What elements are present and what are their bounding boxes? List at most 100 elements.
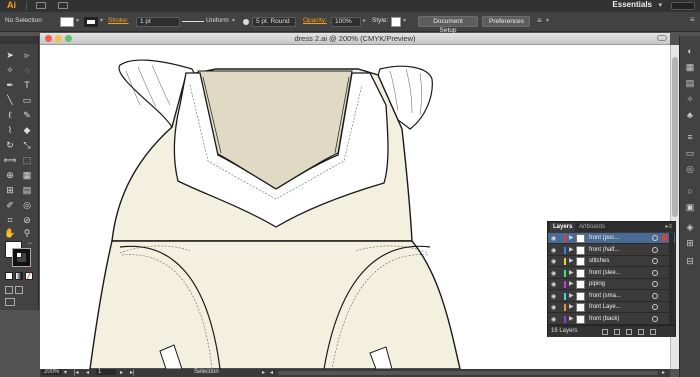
scale-tool-icon[interactable]: ⤡: [20, 138, 34, 152]
layer-name[interactable]: front (sma...: [589, 293, 621, 299]
create-layer-icon[interactable]: [638, 329, 644, 335]
expand-layer-icon[interactable]: ▶: [569, 257, 574, 264]
layer-selection-marker[interactable]: [662, 258, 667, 264]
line-tool-icon[interactable]: ╲: [3, 93, 17, 107]
appearance-icon[interactable]: ○: [684, 186, 696, 196]
layer-name[interactable]: piping: [589, 281, 605, 287]
previous-artboard-icon[interactable]: ◂: [86, 369, 89, 376]
layer-selection-marker[interactable]: [662, 247, 667, 253]
direct-selection-icon[interactable]: ▹: [20, 48, 34, 62]
stroke-panel-icon[interactable]: ≡: [684, 132, 696, 142]
artboard-number-field[interactable]: 1: [96, 369, 116, 375]
screen-mode-icon[interactable]: [5, 298, 15, 306]
type-tool-icon[interactable]: T: [20, 78, 34, 92]
rectangle-tool-icon[interactable]: ▭: [20, 93, 34, 107]
next-artboard-icon[interactable]: ▸: [120, 369, 123, 376]
none-mode-icon[interactable]: ╱: [25, 272, 33, 280]
hscroll-right-icon[interactable]: ▸: [662, 369, 665, 376]
layer-row[interactable]: ◉ ▶ front (slee...: [548, 268, 675, 279]
zoom-tool-icon[interactable]: ⚲: [20, 226, 34, 240]
layer-target-icon[interactable]: [652, 281, 658, 287]
graphic-style-swatch[interactable]: [391, 17, 401, 27]
layer-target-icon[interactable]: [652, 304, 658, 310]
visibility-eye-icon[interactable]: ◉: [551, 270, 558, 277]
control-panel-menu-icon[interactable]: ≡: [690, 15, 695, 24]
create-sublayer-icon[interactable]: [626, 329, 632, 335]
brushes-icon[interactable]: ✧: [684, 94, 696, 104]
visibility-eye-icon[interactable]: ◉: [551, 281, 558, 288]
slice-tool-icon[interactable]: ⊘: [20, 213, 34, 227]
expand-layer-icon[interactable]: ▶: [569, 303, 574, 310]
expand-layer-icon[interactable]: ▶: [569, 315, 574, 322]
layer-row[interactable]: ◉ ▶ stitches: [548, 256, 675, 267]
expand-layer-icon[interactable]: ▶: [569, 292, 574, 299]
tab-artboards[interactable]: Artboards: [576, 223, 608, 232]
blob-brush-icon[interactable]: ⌇: [3, 123, 17, 137]
layer-target-icon[interactable]: [652, 292, 658, 299]
lasso-icon[interactable]: ◌: [20, 63, 34, 77]
blend-tool-icon[interactable]: ◎: [20, 198, 34, 212]
align-panel-icon[interactable]: ⊟: [684, 256, 696, 266]
panel-menu-icon[interactable]: ▸≡: [665, 223, 672, 230]
layer-name[interactable]: front (slee...: [589, 270, 621, 276]
opacity-dropdown-icon[interactable]: ▸: [363, 17, 366, 24]
opacity-label[interactable]: Opacity:: [303, 17, 327, 24]
stroke-label[interactable]: Stroke:: [108, 17, 129, 24]
layer-target-icon[interactable]: [652, 315, 658, 322]
expand-layer-icon[interactable]: ▶: [569, 246, 574, 253]
preferences-button[interactable]: Preferences: [482, 16, 530, 27]
eraser-icon[interactable]: ◆: [20, 123, 34, 137]
layer-selection-marker[interactable]: [662, 235, 667, 241]
layer-row[interactable]: ◉ ▶ piping: [548, 279, 675, 290]
locate-object-icon[interactable]: [602, 329, 608, 335]
layer-target-icon[interactable]: [652, 235, 658, 241]
expand-layer-icon[interactable]: ▶: [569, 280, 574, 287]
status-menu-icon[interactable]: ▸: [262, 369, 265, 376]
shape-builder-icon[interactable]: ⊕: [3, 168, 17, 182]
layer-row[interactable]: ◉ ▶ front (back): [548, 314, 675, 325]
layer-selection-marker[interactable]: [662, 316, 667, 322]
align-dropdown-icon[interactable]: ▾: [546, 17, 549, 24]
visibility-eye-icon[interactable]: ◉: [551, 304, 558, 311]
layer-row[interactable]: ◉ ▶ front (half...: [548, 245, 675, 256]
zoom-level-field[interactable]: 200%: [42, 369, 62, 375]
stroke-dropdown-icon[interactable]: ▾: [100, 17, 103, 24]
profile-dropdown-icon[interactable]: ▾: [232, 17, 235, 24]
rotate-tool-icon[interactable]: ↻: [3, 138, 17, 152]
gradient-tool-icon[interactable]: ▤: [20, 183, 34, 197]
help-search-input[interactable]: [671, 2, 695, 10]
style-dropdown-icon[interactable]: ▾: [403, 17, 406, 24]
arrange-documents-icon[interactable]: [58, 2, 68, 9]
color-mode-icon[interactable]: [5, 272, 13, 280]
eyedropper-icon[interactable]: ✐: [3, 198, 17, 212]
layer-name[interactable]: front (poc...: [589, 235, 619, 241]
artboard-tool-icon[interactable]: ⌗: [3, 213, 17, 227]
perspective-grid-icon[interactable]: ▦: [20, 168, 34, 182]
fill-dropdown-icon[interactable]: ▾: [76, 17, 79, 24]
expand-layer-icon[interactable]: ▶: [569, 269, 574, 276]
layer-selection-marker[interactable]: [662, 304, 667, 310]
gradient-panel-icon[interactable]: ▭: [684, 148, 696, 158]
zoom-dropdown-icon[interactable]: ▾: [64, 369, 67, 376]
workspace-switcher[interactable]: Essentials: [612, 0, 652, 9]
mesh-tool-icon[interactable]: ⊞: [3, 183, 17, 197]
chevron-down-icon[interactable]: ▾: [658, 1, 662, 9]
layer-selection-marker[interactable]: [662, 270, 667, 276]
first-artboard-icon[interactable]: |◂: [74, 369, 79, 376]
selection-tool-icon[interactable]: ➤: [3, 48, 17, 62]
window-toolbar-toggle-icon[interactable]: [657, 35, 667, 41]
hand-tool-icon[interactable]: ✋: [3, 226, 17, 240]
magic-wand-icon[interactable]: ✧: [3, 63, 17, 77]
gradient-mode-icon[interactable]: [15, 272, 23, 280]
tab-layers[interactable]: Layers: [550, 223, 576, 232]
brush-definition-dropdown[interactable]: 5 pt. Round: [252, 17, 296, 27]
pen-tool-icon[interactable]: ✒: [3, 78, 17, 92]
expand-layer-icon[interactable]: ▶: [569, 234, 574, 241]
draw-behind-icon[interactable]: [15, 286, 23, 294]
pencil-icon[interactable]: ✎: [20, 108, 34, 122]
layer-selection-marker[interactable]: [662, 293, 667, 299]
width-tool-icon[interactable]: ⟺: [3, 153, 17, 167]
opacity-field[interactable]: 100%: [331, 17, 361, 27]
document-setup-button[interactable]: Document Setup: [418, 16, 478, 34]
paintbrush-icon[interactable]: ℓ: [3, 108, 17, 122]
